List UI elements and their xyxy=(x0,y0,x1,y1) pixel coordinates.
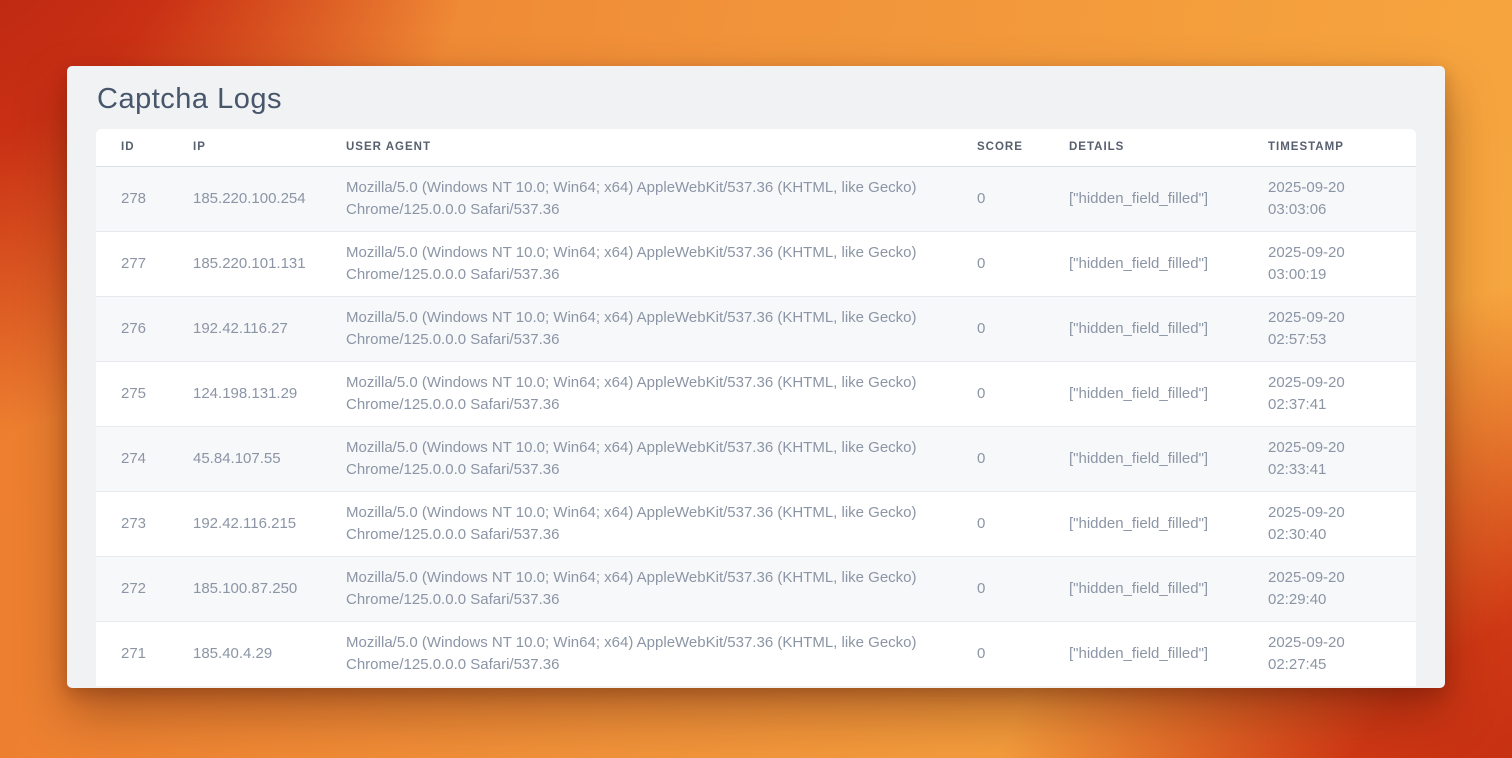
table-row: 275 124.198.131.29 Mozilla/5.0 (Windows … xyxy=(96,361,1416,426)
cell-id: 278 xyxy=(96,166,168,231)
cell-details: ["hidden_field_filled"] xyxy=(1044,361,1243,426)
table-row: 278 185.220.100.254 Mozilla/5.0 (Windows… xyxy=(96,166,1416,231)
cell-ip: 192.42.116.215 xyxy=(168,491,321,556)
cell-ip: 45.84.107.55 xyxy=(168,426,321,491)
cell-timestamp: 2025-09-20 02:30:40 xyxy=(1243,491,1416,556)
cell-id: 277 xyxy=(96,231,168,296)
page-background: { "page": { "title": "Captcha Logs" }, "… xyxy=(0,0,1512,758)
cell-details: ["hidden_field_filled"] xyxy=(1044,296,1243,361)
cell-score: 0 xyxy=(952,296,1044,361)
table-row: 276 192.42.116.27 Mozilla/5.0 (Windows N… xyxy=(96,296,1416,361)
cell-score: 0 xyxy=(952,621,1044,686)
cell-timestamp: 2025-09-20 02:37:41 xyxy=(1243,361,1416,426)
cell-ip: 124.198.131.29 xyxy=(168,361,321,426)
cell-user-agent: Mozilla/5.0 (Windows NT 10.0; Win64; x64… xyxy=(321,296,952,361)
cell-user-agent: Mozilla/5.0 (Windows NT 10.0; Win64; x64… xyxy=(321,231,952,296)
cell-user-agent: Mozilla/5.0 (Windows NT 10.0; Win64; x64… xyxy=(321,621,952,686)
cell-score: 0 xyxy=(952,231,1044,296)
cell-user-agent: Mozilla/5.0 (Windows NT 10.0; Win64; x64… xyxy=(321,166,952,231)
cell-id: 273 xyxy=(96,491,168,556)
cell-user-agent: Mozilla/5.0 (Windows NT 10.0; Win64; x64… xyxy=(321,556,952,621)
table-body: 278 185.220.100.254 Mozilla/5.0 (Windows… xyxy=(96,166,1416,686)
cell-id: 274 xyxy=(96,426,168,491)
cell-id: 272 xyxy=(96,556,168,621)
column-header-score: SCORE xyxy=(952,129,1044,166)
column-header-ip: IP xyxy=(168,129,321,166)
captcha-logs-table: ID IP USER AGENT SCORE DETAILS TIMESTAMP… xyxy=(96,129,1416,686)
captcha-logs-table-container: ID IP USER AGENT SCORE DETAILS TIMESTAMP… xyxy=(96,129,1416,686)
cell-details: ["hidden_field_filled"] xyxy=(1044,491,1243,556)
cell-timestamp: 2025-09-20 02:27:45 xyxy=(1243,621,1416,686)
cell-score: 0 xyxy=(952,426,1044,491)
cell-timestamp: 2025-09-20 03:00:19 xyxy=(1243,231,1416,296)
table-row: 273 192.42.116.215 Mozilla/5.0 (Windows … xyxy=(96,491,1416,556)
cell-user-agent: Mozilla/5.0 (Windows NT 10.0; Win64; x64… xyxy=(321,361,952,426)
cell-id: 276 xyxy=(96,296,168,361)
cell-timestamp: 2025-09-20 02:57:53 xyxy=(1243,296,1416,361)
column-header-details: DETAILS xyxy=(1044,129,1243,166)
cell-score: 0 xyxy=(952,166,1044,231)
column-header-id: ID xyxy=(96,129,168,166)
cell-ip: 185.40.4.29 xyxy=(168,621,321,686)
cell-details: ["hidden_field_filled"] xyxy=(1044,621,1243,686)
captcha-logs-card: Captcha Logs ID IP USER AGENT SCORE DETA… xyxy=(67,66,1445,688)
table-row: 271 185.40.4.29 Mozilla/5.0 (Windows NT … xyxy=(96,621,1416,686)
cell-details: ["hidden_field_filled"] xyxy=(1044,556,1243,621)
table-row: 272 185.100.87.250 Mozilla/5.0 (Windows … xyxy=(96,556,1416,621)
cell-details: ["hidden_field_filled"] xyxy=(1044,426,1243,491)
table-row: 274 45.84.107.55 Mozilla/5.0 (Windows NT… xyxy=(96,426,1416,491)
table-header-row: ID IP USER AGENT SCORE DETAILS TIMESTAMP xyxy=(96,129,1416,166)
cell-timestamp: 2025-09-20 03:03:06 xyxy=(1243,166,1416,231)
column-header-user-agent: USER AGENT xyxy=(321,129,952,166)
cell-id: 271 xyxy=(96,621,168,686)
cell-score: 0 xyxy=(952,491,1044,556)
page-title: Captcha Logs xyxy=(67,66,1445,129)
cell-details: ["hidden_field_filled"] xyxy=(1044,231,1243,296)
cell-id: 275 xyxy=(96,361,168,426)
cell-ip: 185.220.100.254 xyxy=(168,166,321,231)
cell-user-agent: Mozilla/5.0 (Windows NT 10.0; Win64; x64… xyxy=(321,491,952,556)
column-header-timestamp: TIMESTAMP xyxy=(1243,129,1416,166)
cell-ip: 185.100.87.250 xyxy=(168,556,321,621)
cell-details: ["hidden_field_filled"] xyxy=(1044,166,1243,231)
cell-timestamp: 2025-09-20 02:29:40 xyxy=(1243,556,1416,621)
cell-user-agent: Mozilla/5.0 (Windows NT 10.0; Win64; x64… xyxy=(321,426,952,491)
cell-score: 0 xyxy=(952,361,1044,426)
cell-timestamp: 2025-09-20 02:33:41 xyxy=(1243,426,1416,491)
table-row: 277 185.220.101.131 Mozilla/5.0 (Windows… xyxy=(96,231,1416,296)
cell-score: 0 xyxy=(952,556,1044,621)
cell-ip: 185.220.101.131 xyxy=(168,231,321,296)
cell-ip: 192.42.116.27 xyxy=(168,296,321,361)
